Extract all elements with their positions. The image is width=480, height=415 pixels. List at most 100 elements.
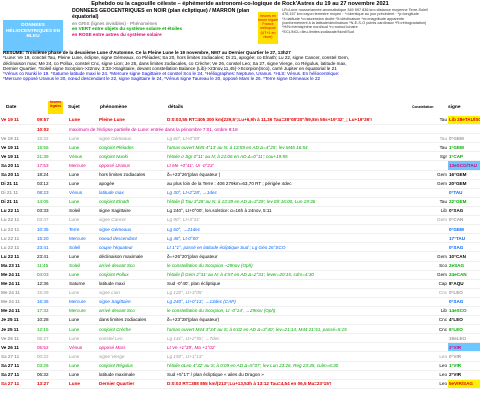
sign-cell: 0°SAG (448, 206, 480, 217)
table-row: Ma 23 11 11:45 Soleil arrivé devant Sco le c… (0, 261, 480, 271)
sign-cell: 0°LEO (448, 288, 480, 298)
abbreviation-line: *ECL/NCL=lieu-limites:zodiacale/Nord/Sud (282, 29, 354, 34)
subject-cell: Saturne (68, 279, 98, 289)
details-cell: Lt Ve +1°39', Ma +1°02' (166, 342, 416, 353)
table-row: Me 24 11 16:36 Mercure signe Sagittaire Lg 2… (0, 297, 480, 307)
phenomenon-cell: signe Gémeaux (98, 224, 166, 235)
sign-cell: 5eVIR/SAG (448, 379, 480, 389)
time-cell: 15:32 (36, 133, 68, 144)
constellation-cell: Cnc (416, 288, 448, 298)
details-cell: au plus loin de la Terre : 406 279km=63,… (166, 179, 416, 189)
sign-cell: 20°GEM (448, 179, 480, 189)
time-cell: 15:20 (36, 233, 68, 244)
phenomenon-cell: constel Leo (98, 333, 166, 344)
phenomenon-cell: conjoint Pléiades (98, 142, 166, 153)
constellation-cell: Leo (416, 351, 448, 362)
constellation-cell (416, 342, 448, 353)
table-row: Ve 26 11 05:27 Lune constel Leo Lg 141°, Lt+… (0, 333, 480, 344)
constellation-cell: Gem (416, 170, 448, 180)
sign-cell: 6°LEO (448, 324, 480, 335)
constellation-cell: Sco (416, 261, 448, 271)
table-row: Ve 19 11 09:57 Lune Pleine Lune D:0:03,55 RT… (0, 116, 480, 126)
date-cell: Me 24 11 (0, 288, 36, 298)
def-geocentric: DONNEES GEOCENTRIQUES en NOIR (plan écli… (72, 8, 250, 20)
phenomenon-cell: opposé Mars (98, 342, 166, 353)
date-cell: Sa 27 11 (0, 351, 36, 362)
table-row: Sa 27 11 00:22 Lune signe Vierge Lg 150°, Lt… (0, 351, 480, 362)
constellation-cell: Gem (416, 270, 448, 280)
date-cell: Sa 27 11 (0, 361, 36, 371)
time-cell: 12:36 (36, 279, 68, 289)
details-cell: l'étoile β Gem 2°31' au N; à 4:57 en AD … (166, 270, 416, 280)
details-cell: l'amas ouvert M44 3°34' au S; à 6:02 en … (166, 324, 416, 335)
time-cell: 17:32 (36, 306, 68, 317)
subject-cell: Lune (68, 251, 98, 262)
date-cell: Me 24 11 (0, 279, 36, 289)
details-cell: δ=+26°20'(plan équateur (166, 251, 416, 262)
date-cell: Me 24 11 (0, 270, 36, 280)
sign-cell: 14eSCO (448, 306, 480, 317)
details-cell: Lg 60°, Lt+0°09' (166, 133, 416, 144)
details-cell: Lg 90°, Lt+3°31' (166, 215, 416, 226)
sign-cell: 0°TAU (448, 188, 480, 198)
header-details: détails (168, 105, 184, 110)
details-cell: Lg 60°, →21dec (166, 224, 416, 235)
details-cell: Sud +5°17' / plan écliptique « ailes du … (166, 370, 416, 380)
sign-cell: 1°GEM (448, 142, 480, 153)
phenomenon-cell: signe Gémeaux (98, 133, 166, 144)
date-cell: Lu 22 11 (0, 242, 36, 253)
sign-cell: 17°TAU (448, 233, 480, 244)
header-date: Date (6, 105, 17, 110)
table-row: Ve 19 11 21:39 Vénus conjoint Nunki l'étoile… (0, 151, 480, 162)
constellation-cell: Leo (416, 379, 448, 389)
time-cell: 09:57 (36, 116, 68, 126)
time-cell: 23:41 (36, 242, 68, 253)
details-cell: Sud -0°40', plan écliptique (166, 279, 416, 289)
constellation-cell: Lib (416, 206, 448, 217)
time-cell: 23:41 (36, 251, 68, 262)
time-cell: 17:53 (36, 160, 68, 171)
time-cell: 06:32 (36, 370, 68, 380)
time-cell: 21:39 (36, 151, 68, 162)
date-cell: Je 25 11 (0, 315, 36, 326)
phenomenon-cell: latitude maximale (98, 370, 166, 380)
time-cell: 00:22 (36, 351, 68, 362)
phenomenon-cell: dans limites zodiacales (98, 315, 166, 326)
table-row: Di 21 11 03:12 Lune apogée au plus loin de l… (0, 179, 480, 189)
table-row: Lu 22 11 23:41 Lune déclinaison maximale δ=+… (0, 251, 480, 262)
subject-cell: Mercure (68, 306, 98, 317)
date-cell: Je 25 11 (0, 324, 36, 335)
page-title: Ephebdo ou la cagouille céleste – éphéme… (91, 1, 389, 7)
subject-cell: Lune (68, 215, 98, 226)
phenomenon-cell: Pleine Lune (98, 116, 166, 126)
phenomenon-cell: arrivé devant Sco (98, 261, 166, 271)
details-cell: Lg 240°, Lt+0°00', lon.solstice: α=16h à… (166, 206, 416, 217)
date-cell (0, 124, 36, 135)
subject-cell: Lune (68, 197, 98, 207)
table-row: Di 21 11 08:23 Vénus latitude max Lg 30°, Lt… (0, 188, 480, 198)
constellation-cell (416, 242, 448, 253)
details-cell: le constellation du Scorpion, Lt -0°14',… (166, 306, 416, 317)
constellation-cell (416, 333, 448, 344)
constellation-cell (416, 233, 448, 244)
date-cell: Ve 19 11 (0, 151, 36, 162)
constellation-cell: Cnc (416, 324, 448, 335)
time-cell: 13:27 (36, 379, 68, 389)
subject-cell: Lune (68, 370, 98, 380)
subject-cell: Lune (68, 361, 98, 371)
time-cell: 10:02 (36, 124, 68, 135)
details-cell: Lg 150°, Lt+1°13' (166, 351, 416, 362)
constellation-cell: Tau (416, 142, 448, 153)
phenomenon-cell: conjoint Pollux (98, 270, 166, 280)
subject-cell: Mercure (68, 233, 98, 244)
constellation-cell: Tau (416, 133, 448, 144)
summary: RESUME: Troisième phase de la deuxième L… (3, 50, 477, 82)
phenomenon-cell: signe Lion (98, 288, 166, 298)
details-cell: l'étoile σ Sgr 0°11' au N; à 21:06 en AD… (166, 151, 416, 162)
table-row: Sa 27 11 06:32 Lune latitude maximale Sud +5… (0, 370, 480, 380)
date-cell: Sa 27 11 (0, 370, 36, 380)
color-definitions: DONNEES GEOCENTRIQUES en NOIR (plan écli… (72, 8, 257, 37)
subject-cell: Mercure (68, 297, 98, 307)
table-row: Lu 22 11 10:35 Terre signe Gémeaux Lg 60°, →… (0, 224, 480, 235)
sign-cell: 0°GEM (448, 224, 480, 235)
